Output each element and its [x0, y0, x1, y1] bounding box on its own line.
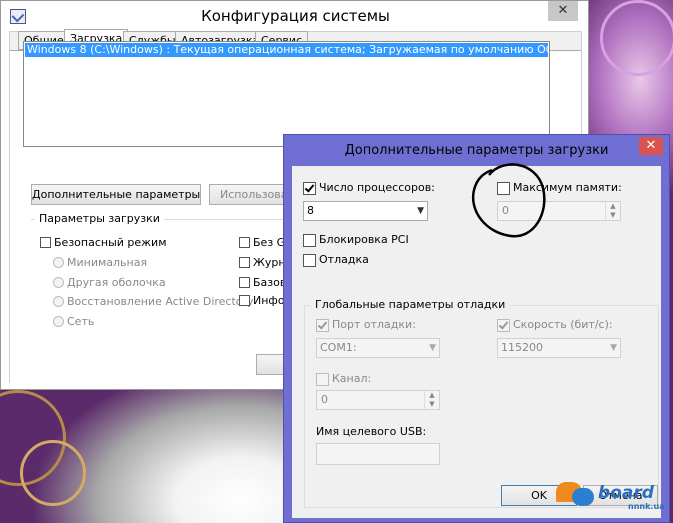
base-video-checkbox[interactable]	[239, 277, 250, 288]
network-label: Сеть	[67, 315, 95, 328]
debug-label: Отладка	[319, 253, 369, 266]
baud-rate-value: 115200	[501, 341, 543, 354]
os-list-item[interactable]: Windows 8 (C:\Windows) : Текущая операци…	[25, 43, 548, 57]
debug-port-value: COM1:	[320, 341, 357, 354]
num-processors-checkbox[interactable]	[303, 182, 316, 195]
boot-log-checkbox[interactable]	[239, 257, 250, 268]
advanced-close-button[interactable]: ✕	[639, 137, 663, 155]
channel-checkbox[interactable]	[316, 373, 329, 386]
chevron-down-icon: ▼	[429, 343, 436, 353]
ad-repair-label: Восстановление Active Directory	[67, 295, 254, 308]
set-default-button[interactable]: Использоват	[209, 184, 285, 205]
alternate-shell-radio[interactable]	[53, 277, 64, 288]
os-boot-info-checkbox[interactable]	[239, 295, 250, 306]
channel-label: Канал:	[332, 372, 372, 385]
debug-port-checkbox[interactable]	[316, 319, 329, 332]
usb-target-label: Имя целевого USB:	[316, 425, 427, 438]
advanced-options-button[interactable]: Дополнительные параметры...	[31, 184, 201, 205]
boot-options-title: Параметры загрузки	[35, 212, 164, 225]
num-processors-select[interactable]: 8 ▼	[303, 201, 428, 221]
advanced-boot-options-dialog: Дополнительные параметры загрузки ✕ Числ…	[283, 134, 670, 523]
pci-lock-label: Блокировка PCI	[319, 233, 409, 246]
debug-checkbox[interactable]	[303, 254, 316, 267]
pci-lock-checkbox[interactable]	[303, 234, 316, 247]
safe-mode-label: Безопасный режим	[54, 236, 167, 249]
watermark-text: board	[598, 483, 654, 503]
baud-rate-checkbox[interactable]	[497, 319, 510, 332]
speech-bubble-icon	[572, 488, 594, 506]
global-debug-title: Глобальные параметры отладки	[311, 298, 510, 311]
chevron-down-icon: ▼	[417, 206, 424, 216]
spin-up-icon[interactable]: ▲	[424, 391, 439, 400]
spin-up-icon[interactable]: ▲	[605, 202, 620, 211]
ad-repair-radio[interactable]	[53, 296, 64, 307]
minimal-radio[interactable]	[53, 257, 64, 268]
channel-value: 0	[321, 393, 328, 406]
desktop-swirl-decoration	[20, 440, 86, 506]
alternate-shell-label: Другая оболочка	[67, 276, 166, 289]
chevron-down-icon: ▼	[610, 343, 617, 353]
watermark-subtext: nnnk.ua	[628, 502, 665, 511]
debug-port-select[interactable]: COM1: ▼	[316, 338, 440, 358]
minimal-label: Минимальная	[67, 256, 148, 269]
num-processors-value: 8	[307, 204, 314, 217]
main-titlebar[interactable]: Конфигурация системы ✕	[1, 1, 588, 31]
debug-port-label: Порт отладки:	[332, 318, 416, 331]
network-radio[interactable]	[53, 316, 64, 327]
os-list[interactable]: Windows 8 (C:\Windows) : Текущая операци…	[23, 41, 550, 147]
desktop-swirl-decoration	[600, 0, 673, 76]
baud-rate-select[interactable]: 115200 ▼	[497, 338, 621, 358]
main-window-title: Конфигурация системы	[201, 7, 390, 25]
watermark-logo: board nnnk.ua	[556, 482, 673, 523]
hand-drawn-circle-annotation	[471, 163, 546, 238]
no-gui-boot-checkbox[interactable]	[239, 237, 250, 248]
base-video-label: Базов	[253, 276, 287, 289]
usb-target-input[interactable]	[316, 443, 440, 465]
main-close-button[interactable]: ✕	[548, 1, 578, 21]
spin-down-icon[interactable]: ▼	[605, 211, 620, 220]
baud-rate-label: Скорость (бит/с):	[513, 318, 613, 331]
num-processors-label: Число процессоров:	[319, 181, 435, 194]
spin-down-icon[interactable]: ▼	[424, 400, 439, 409]
channel-spinbox[interactable]: 0 ▲ ▼	[316, 390, 440, 410]
safe-mode-checkbox[interactable]	[40, 237, 51, 248]
